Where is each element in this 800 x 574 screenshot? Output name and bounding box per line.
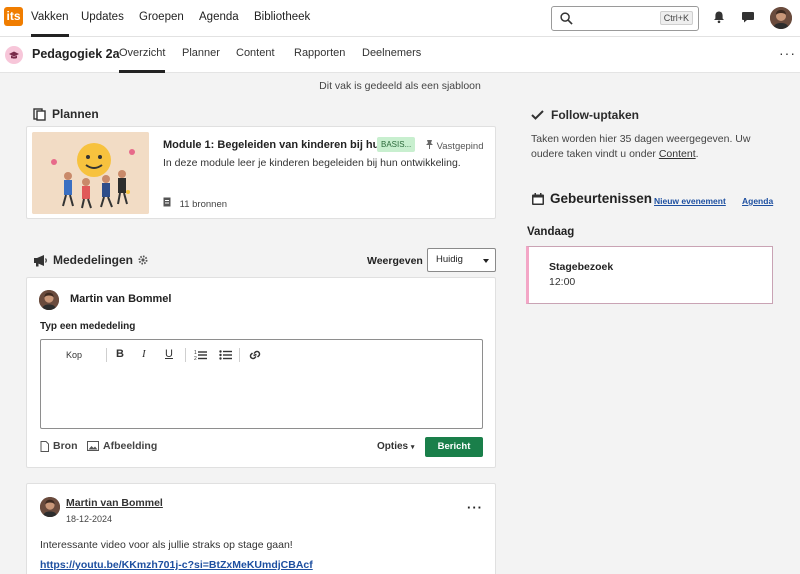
tab-rapporten[interactable]: Rapporten: [294, 37, 345, 73]
new-event-link[interactable]: Nieuw evenement: [654, 196, 726, 206]
course-title: Pedagogiek 2a: [32, 47, 120, 61]
document-icon: [163, 197, 171, 207]
bullet-list-icon[interactable]: [219, 349, 232, 361]
image-icon: [87, 441, 99, 451]
today-label: Vandaag: [527, 226, 575, 238]
nav-vakken[interactable]: Vakken: [31, 0, 69, 37]
follow-up-text: Taken worden hier 35 dagen weergegeven. …: [531, 132, 781, 162]
announcement-post: Martin van Bommel 18-12-2024 ··· Interes…: [26, 483, 496, 574]
course-icon: [5, 46, 23, 64]
search-input[interactable]: Ctrl+K: [551, 6, 699, 31]
chat-icon[interactable]: [741, 10, 755, 24]
tab-deelnemers[interactable]: Deelnemers: [362, 37, 421, 73]
sources-count: 11 bronnen: [163, 197, 227, 210]
show-select[interactable]: Huidig: [427, 248, 496, 272]
show-select-value: Huidig: [436, 254, 463, 265]
announcement-composer: Martin van Bommel Typ een mededeling Kop…: [26, 277, 496, 468]
bold-button[interactable]: B: [116, 348, 124, 360]
post-menu-icon[interactable]: ···: [467, 500, 483, 515]
copy-icon: [33, 107, 46, 121]
its-logo[interactable]: its: [4, 7, 23, 26]
sources-label: 11 bronnen: [179, 199, 228, 210]
source-label: Bron: [53, 440, 78, 452]
author-avatar: [39, 290, 59, 310]
follow-up-text-after: .: [695, 148, 699, 160]
events-heading: Gebeurtenissen: [531, 191, 652, 206]
follow-up-text-before: Taken worden hier 35 dagen weergegeven. …: [531, 133, 751, 160]
pinned-status: Vastgepind: [425, 139, 483, 152]
events-title: Gebeurtenissen: [550, 191, 653, 206]
megaphone-icon: [34, 254, 47, 266]
underline-button[interactable]: U: [165, 348, 173, 360]
calendar-icon: [532, 192, 544, 205]
follow-up-heading: Follow-uptaken: [531, 108, 639, 122]
course-header: Pedagogiek 2a Overzicht Planner Content …: [0, 37, 800, 73]
shortcut-hint: Ctrl+K: [659, 11, 693, 25]
nav-bibliotheek[interactable]: Bibliotheek: [254, 0, 310, 37]
bell-icon[interactable]: [712, 10, 726, 24]
post-author-link[interactable]: Martin van Bommel: [66, 497, 163, 509]
tab-content[interactable]: Content: [236, 37, 275, 73]
user-avatar[interactable]: [770, 7, 792, 29]
level-badge: BASIS...: [377, 137, 416, 152]
italic-button[interactable]: I: [142, 348, 146, 360]
more-options-icon[interactable]: ···: [779, 45, 796, 61]
follow-up-title: Follow-uptaken: [551, 108, 639, 122]
post-date: 18-12-2024: [66, 514, 113, 524]
announcements-heading: Mededelingen: [33, 253, 148, 267]
gear-icon[interactable]: [138, 255, 148, 265]
module-title[interactable]: Module 1: Begeleiden van kinderen bij hu…: [163, 139, 398, 151]
nav-updates[interactable]: Updates: [81, 0, 124, 37]
pin-icon: [426, 140, 433, 149]
module-description: In deze module leer je kinderen begeleid…: [163, 157, 461, 169]
options-label: Opties: [377, 441, 409, 452]
options-dropdown[interactable]: Opties ▾: [377, 441, 414, 452]
plans-heading: Plannen: [33, 107, 99, 121]
module-image: [32, 132, 149, 214]
event-title: Stagebezoek: [549, 261, 614, 273]
nav-groepen[interactable]: Groepen: [139, 0, 184, 37]
event-time: 12:00: [549, 276, 576, 288]
image-label: Afbeelding: [103, 440, 158, 452]
post-text: Interessante video voor als jullie strak…: [40, 539, 293, 551]
search-icon: [560, 12, 573, 25]
composer-label: Typ een mededeling: [40, 321, 136, 332]
svg-text:2: 2: [194, 356, 197, 361]
post-video-link[interactable]: https://youtu.be/KKmzh701j-c?si=BtZxMeKU…: [40, 559, 313, 571]
pinned-label: Vastgepind: [436, 141, 484, 152]
composer-author: Martin van Bommel: [70, 293, 172, 305]
content-link[interactable]: Content: [659, 148, 696, 160]
top-navigation: its Vakken Updates Groepen Agenda Biblio…: [0, 0, 800, 37]
tab-planner[interactable]: Planner: [182, 37, 220, 73]
nav-agenda[interactable]: Agenda: [199, 0, 239, 37]
post-button[interactable]: Bericht: [425, 437, 483, 457]
show-label: Weergeven: [367, 255, 423, 267]
toolbar-divider: [106, 348, 107, 362]
plans-title: Plannen: [52, 107, 99, 121]
template-notice: Dit vak is gedeeld als een sjabloon: [319, 80, 481, 92]
checkmark-icon: [531, 110, 544, 120]
announcements-title: Mededelingen: [53, 253, 134, 267]
plan-card[interactable]: Module 1: Begeleiden van kinderen bij hu…: [26, 126, 496, 219]
ordered-list-icon[interactable]: 12: [194, 349, 207, 361]
add-source-button[interactable]: Bron: [40, 440, 78, 452]
toolbar-divider: [239, 348, 240, 362]
toolbar-divider: [185, 348, 186, 362]
add-image-button[interactable]: Afbeelding: [87, 440, 157, 452]
agenda-link[interactable]: Agenda: [742, 196, 773, 206]
tab-overzicht[interactable]: Overzicht: [119, 37, 166, 73]
heading-style-button[interactable]: Kop: [66, 350, 82, 360]
chevron-down-icon: [483, 259, 489, 263]
caret-down-icon: ▾: [410, 444, 415, 451]
link-icon[interactable]: [248, 349, 262, 361]
announcement-editor[interactable]: Kop B I U 12: [40, 339, 483, 429]
event-card[interactable]: Stagebezoek 12:00: [526, 246, 773, 304]
file-icon: [40, 440, 49, 452]
post-author-avatar: [40, 497, 60, 517]
